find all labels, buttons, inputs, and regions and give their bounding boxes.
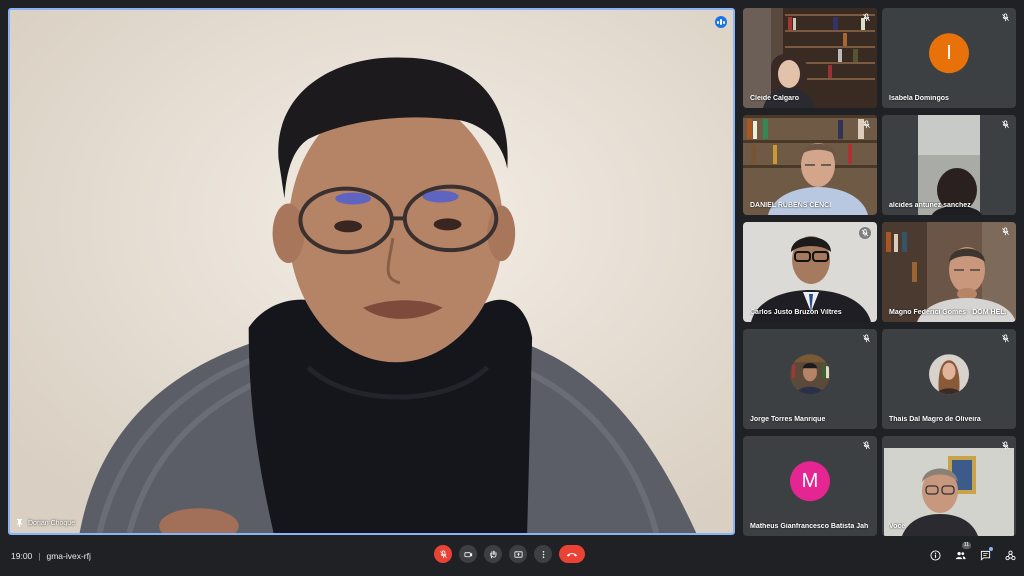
- participant-tile[interactable]: DANIEL RUBENS CENCI: [743, 115, 877, 215]
- main-speaker-label: Dorian Choque: [28, 519, 76, 527]
- info-button[interactable]: [928, 548, 942, 562]
- speaker-video: [10, 10, 733, 533]
- self-view-tile[interactable]: Você: [882, 436, 1016, 536]
- participant-name: Cleide Calgaro: [750, 95, 800, 102]
- participant-video: [882, 222, 1016, 322]
- chat-button[interactable]: [978, 547, 993, 562]
- mic-off-icon: [863, 441, 870, 450]
- avatar: M: [790, 461, 830, 502]
- bottom-bar: 19:00 | gma-ivex-rfj 11: [0, 538, 1024, 576]
- avatar: [929, 354, 969, 395]
- participant-count-badge: 11: [961, 542, 971, 549]
- participant-name: Magno Federici Gomes - DOM HEL...: [889, 309, 1007, 316]
- avatar: I: [929, 33, 969, 74]
- participant-name: Você: [889, 523, 906, 530]
- participant-video: [882, 436, 1016, 536]
- activities-button[interactable]: [1003, 548, 1017, 562]
- participant-name: Jorge Torres Manrique: [750, 416, 826, 423]
- camera-toggle-button[interactable]: [459, 545, 477, 563]
- participant-tile[interactable]: M Matheus Gianfrancesco Batista Jahn: [743, 436, 877, 536]
- participant-name: alcides antunez sanchez: [889, 202, 971, 209]
- mic-off-icon: [1002, 334, 1009, 343]
- participant-name: Carlos Justo Bruzón Viltres: [750, 309, 842, 316]
- mic-off-icon: [859, 227, 871, 239]
- people-button[interactable]: 11: [953, 542, 971, 562]
- participant-name: Matheus Gianfrancesco Batista Jahn: [750, 523, 868, 530]
- raise-hand-icon: [489, 550, 496, 559]
- participant-name: DANIEL RUBENS CENCI: [750, 202, 832, 209]
- raise-hand-button[interactable]: [484, 545, 502, 563]
- info-icon: [929, 549, 941, 561]
- participant-name: Isabela Domingos: [889, 95, 949, 102]
- new-message-indicator: [989, 547, 993, 551]
- present-button[interactable]: [509, 545, 527, 563]
- activities-icon: [1004, 550, 1016, 560]
- chat-icon: [980, 550, 990, 561]
- participant-tile[interactable]: Cleide Calgaro: [743, 8, 877, 108]
- mic-off-icon: [1002, 120, 1009, 129]
- call-controls: [434, 545, 585, 563]
- separator: |: [38, 551, 41, 561]
- mic-off-icon: [1002, 227, 1009, 236]
- mic-off-icon: [1002, 13, 1009, 22]
- participant-tile[interactable]: Thaís Dal Magro de Oliveira: [882, 329, 1016, 429]
- present-icon: [513, 550, 523, 558]
- more-options-icon: [542, 550, 544, 558]
- end-call-icon: [566, 552, 578, 557]
- participant-tile[interactable]: alcides antunez sanchez: [882, 115, 1016, 215]
- pin-icon[interactable]: [16, 519, 23, 527]
- participant-video: [743, 8, 877, 108]
- mic-off-icon: [863, 13, 870, 22]
- participant-video: [743, 115, 877, 215]
- participant-tile[interactable]: Magno Federici Gomes - DOM HEL...: [882, 222, 1016, 322]
- mic-off-icon: [863, 120, 870, 129]
- speaking-indicator-icon: [715, 16, 727, 28]
- more-options-button[interactable]: [534, 545, 552, 563]
- end-call-button[interactable]: [559, 545, 585, 563]
- clock: 19:00: [11, 551, 33, 561]
- participant-name: Thaís Dal Magro de Oliveira: [889, 416, 981, 423]
- participant-tile[interactable]: Jorge Torres Manrique: [743, 329, 877, 429]
- mic-off-icon: [439, 549, 447, 558]
- mic-off-icon: [863, 334, 870, 343]
- participant-video: [743, 222, 877, 322]
- participant-tile[interactable]: I Isabela Domingos: [882, 8, 1016, 108]
- participant-tile[interactable]: Carlos Justo Bruzón Viltres: [743, 222, 877, 322]
- meeting-info: 19:00 | gma-ivex-rfj: [11, 551, 91, 561]
- side-panel-controls: 11: [928, 542, 1017, 562]
- participant-video: [882, 115, 1016, 215]
- mic-toggle-button[interactable]: [434, 545, 452, 563]
- meeting-code[interactable]: gma-ivex-rfj: [47, 551, 91, 561]
- avatar: [790, 354, 830, 395]
- camera-icon: [463, 551, 472, 557]
- people-icon: [955, 551, 966, 559]
- mic-off-icon: [1002, 441, 1009, 450]
- main-speaker-name: Dorian Choque: [16, 519, 75, 527]
- main-speaker-tile[interactable]: Dorian Choque: [8, 8, 735, 535]
